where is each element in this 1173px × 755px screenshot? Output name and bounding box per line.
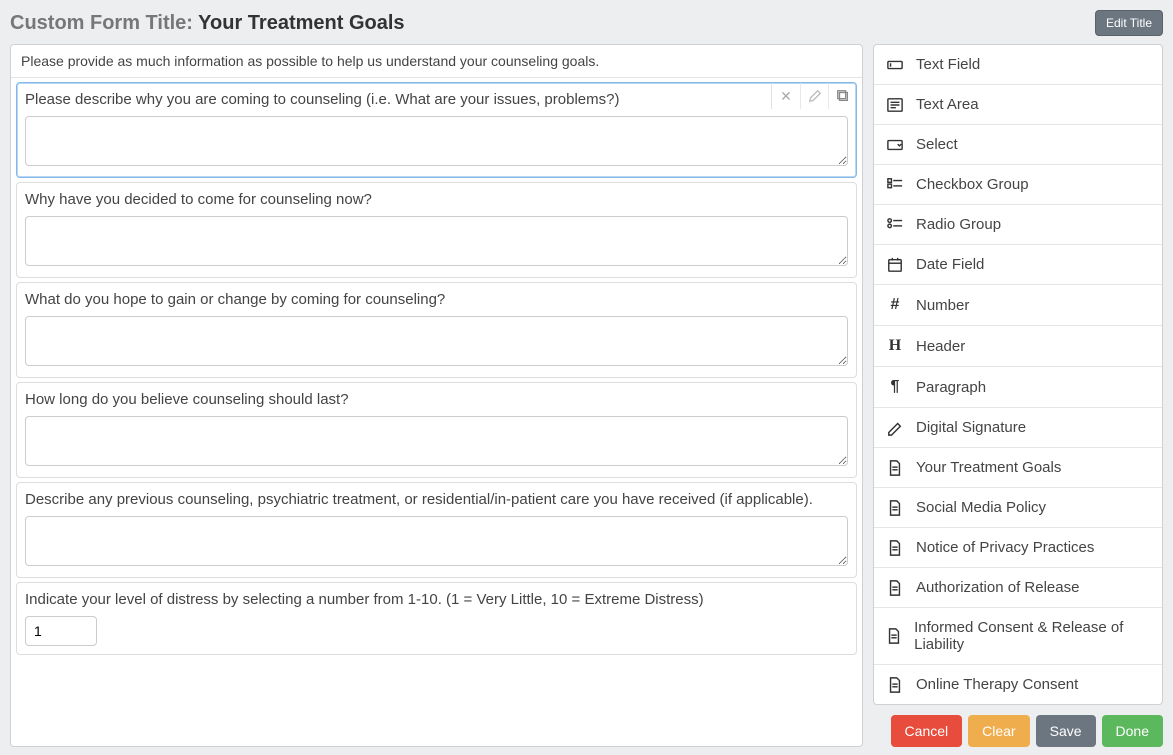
textarea-input[interactable] xyxy=(25,316,848,366)
component-item[interactable]: Online Therapy Consent xyxy=(874,665,1162,704)
done-button[interactable]: Done xyxy=(1102,715,1163,747)
component-item[interactable]: Social Media Policy xyxy=(874,488,1162,528)
component-item[interactable]: Radio Group xyxy=(874,205,1162,245)
title-value: Your Treatment Goals xyxy=(198,12,404,34)
component-label: Social Media Policy xyxy=(916,499,1046,516)
component-label: Digital Signature xyxy=(916,419,1026,436)
textarea-input[interactable] xyxy=(25,516,848,566)
component-label: Online Therapy Consent xyxy=(916,676,1078,693)
component-label: Radio Group xyxy=(916,216,1001,233)
component-item[interactable]: Authorization of Release xyxy=(874,568,1162,608)
form-field[interactable]: How long do you believe counseling shoul… xyxy=(16,382,857,478)
field-label: Indicate your level of distress by selec… xyxy=(25,591,848,608)
clear-button[interactable]: Clear xyxy=(968,715,1029,747)
doc-icon xyxy=(886,500,904,516)
component-item[interactable]: Checkbox Group xyxy=(874,165,1162,205)
copy-icon[interactable] xyxy=(828,83,856,109)
component-label: Text Area xyxy=(916,96,979,113)
component-label: Notice of Privacy Practices xyxy=(916,539,1094,556)
form-field[interactable]: Describe any previous counseling, psychi… xyxy=(16,482,857,578)
component-label: Your Treatment Goals xyxy=(916,459,1061,476)
textarea-input[interactable] xyxy=(25,116,848,166)
paragraph-icon: ¶ xyxy=(886,378,904,396)
edit-title-button[interactable]: Edit Title xyxy=(1095,10,1163,36)
component-label: Informed Consent & Release of Liability xyxy=(914,619,1150,653)
field-label: Please describe why you are coming to co… xyxy=(25,91,848,108)
form-canvas: Please provide as much information as po… xyxy=(10,44,863,747)
save-button[interactable]: Save xyxy=(1036,715,1096,747)
component-label: Authorization of Release xyxy=(916,579,1079,596)
signature-icon xyxy=(886,420,904,436)
footer-buttons: Cancel Clear Save Done xyxy=(873,715,1163,747)
doc-icon xyxy=(886,460,904,476)
component-palette: Text Field Text Area Select Checkbox Group R… xyxy=(873,44,1163,705)
textarea-input[interactable] xyxy=(25,216,848,266)
select-icon xyxy=(886,137,904,153)
component-label: Date Field xyxy=(916,256,984,273)
field-label: How long do you believe counseling shoul… xyxy=(25,391,848,408)
form-field[interactable]: Why have you decided to come for counsel… xyxy=(16,182,857,278)
component-item[interactable]: Select xyxy=(874,125,1162,165)
text-area-icon xyxy=(886,97,904,113)
component-item[interactable]: Text Area xyxy=(874,85,1162,125)
form-field[interactable]: What do you hope to gain or change by co… xyxy=(16,282,857,378)
doc-icon xyxy=(886,628,902,644)
text-field-icon xyxy=(886,57,904,73)
component-label: Select xyxy=(916,136,958,153)
field-actions: ✕ xyxy=(771,83,856,109)
form-field[interactable]: Indicate your level of distress by selec… xyxy=(16,582,857,655)
number-input[interactable] xyxy=(25,616,97,646)
component-item[interactable]: Text Field xyxy=(874,45,1162,85)
component-label: Checkbox Group xyxy=(916,176,1029,193)
page-title: Custom Form Title: Your Treatment Goals xyxy=(10,12,405,35)
cancel-button[interactable]: Cancel xyxy=(891,715,963,747)
component-item[interactable]: Informed Consent & Release of Liability xyxy=(874,608,1162,665)
delete-icon[interactable]: ✕ xyxy=(772,83,800,109)
title-prefix: Custom Form Title: xyxy=(10,12,193,34)
header-icon: H xyxy=(886,337,904,355)
header: Custom Form Title: Your Treatment Goals … xyxy=(10,10,1163,36)
field-label: What do you hope to gain or change by co… xyxy=(25,291,848,308)
doc-icon xyxy=(886,677,904,693)
component-label: Header xyxy=(916,338,965,355)
component-item[interactable]: # Number xyxy=(874,285,1162,326)
field-label: Why have you decided to come for counsel… xyxy=(25,191,848,208)
checkbox-group-icon xyxy=(886,177,904,193)
form-field[interactable]: ✕Please describe why you are coming to c… xyxy=(16,82,857,178)
doc-icon xyxy=(886,580,904,596)
date-field-icon xyxy=(886,257,904,273)
radio-group-icon xyxy=(886,217,904,233)
component-item[interactable]: Date Field xyxy=(874,245,1162,285)
component-item[interactable]: H Header xyxy=(874,326,1162,367)
doc-icon xyxy=(886,540,904,556)
textarea-input[interactable] xyxy=(25,416,848,466)
field-label: Describe any previous counseling, psychi… xyxy=(25,491,848,508)
component-label: Text Field xyxy=(916,56,980,73)
component-label: Paragraph xyxy=(916,379,986,396)
form-instruction: Please provide as much information as po… xyxy=(11,45,862,78)
component-item[interactable]: Digital Signature xyxy=(874,408,1162,448)
edit-icon[interactable] xyxy=(800,83,828,109)
component-item[interactable]: Notice of Privacy Practices xyxy=(874,528,1162,568)
right-column: Text Field Text Area Select Checkbox Group R… xyxy=(873,44,1163,747)
component-item[interactable]: ¶ Paragraph xyxy=(874,367,1162,408)
component-item[interactable]: Your Treatment Goals xyxy=(874,448,1162,488)
number-icon: # xyxy=(886,296,904,314)
component-label: Number xyxy=(916,297,969,314)
